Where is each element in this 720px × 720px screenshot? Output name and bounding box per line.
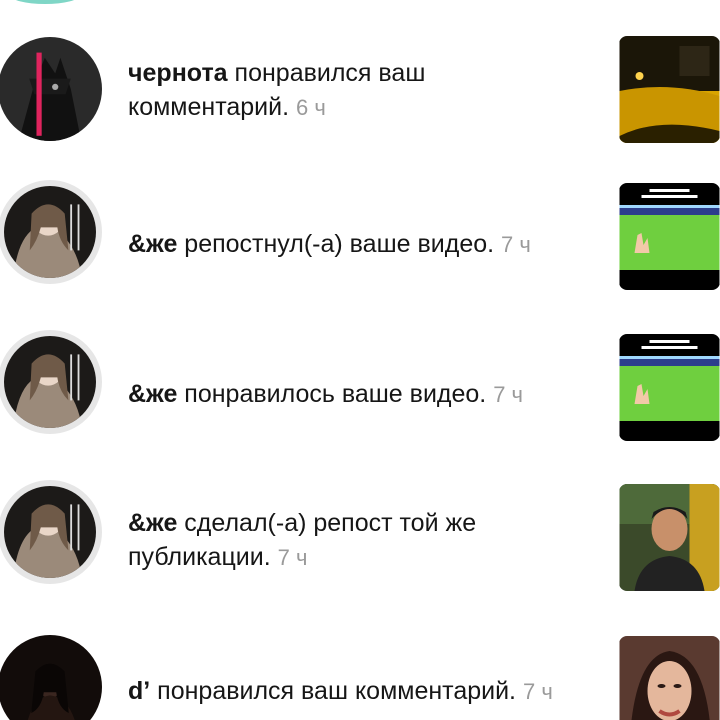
timestamp: 7 ч: [277, 545, 308, 570]
username[interactable]: d’: [128, 677, 150, 705]
timestamp: 7 ч: [493, 382, 524, 407]
notification-row[interactable]: чернота понравился ваш комментарий. 6 ч: [0, 35, 720, 145]
action-text: понравился ваш комментарий.: [150, 677, 517, 705]
football-field-thumbnail-icon[interactable]: [619, 183, 720, 290]
notification-text: &же сделал(-а) репост той же публикации.…: [128, 506, 588, 575]
girl-portrait-avatar-icon[interactable]: [0, 480, 102, 584]
username[interactable]: &же: [128, 380, 177, 408]
woman-portrait-thumbnail-icon[interactable]: [619, 636, 720, 720]
username[interactable]: &же: [128, 230, 177, 258]
notification-text: &же понравилось ваше видео. 7 ч: [128, 377, 588, 412]
timestamp: 6 ч: [296, 95, 326, 120]
timestamp: 7 ч: [501, 232, 531, 257]
girl-portrait-avatar-icon[interactable]: [0, 180, 102, 284]
timestamp: 7 ч: [522, 679, 553, 704]
dark-portrait-avatar-icon[interactable]: [0, 635, 102, 720]
notification-text: чернота понравился ваш комментарий. 6 ч: [128, 56, 588, 125]
notification-row[interactable]: d’ понравился ваш комментарий. 7 ч: [0, 633, 720, 720]
action-text: репостнул(-а) ваше видео.: [177, 230, 495, 258]
girl-portrait-avatar-icon[interactable]: [0, 330, 102, 434]
partial-avatar-top: [10, 0, 80, 4]
football-field-thumbnail-icon[interactable]: [619, 334, 720, 441]
night-street-thumbnail-icon[interactable]: [619, 36, 720, 143]
notification-text: d’ понравился ваш комментарий. 7 ч: [128, 674, 588, 709]
action-text: понравилось ваше видео.: [177, 380, 487, 408]
notification-row[interactable]: &же репостнул(-а) ваше видео. 7 ч: [0, 180, 720, 293]
notification-row[interactable]: &же понравилось ваше видео. 7 ч: [0, 330, 720, 443]
notification-text: &же репостнул(-а) ваше видео. 7 ч: [128, 227, 588, 262]
notifications-screen: чернота понравился ваш комментарий. 6 ч: [0, 0, 720, 720]
dark-figure-avatar-icon[interactable]: [0, 37, 102, 141]
username[interactable]: чернота: [128, 59, 228, 87]
notification-row[interactable]: &же сделал(-а) репост той же публикации.…: [0, 480, 720, 593]
username[interactable]: &же: [128, 509, 177, 537]
man-portrait-thumbnail-icon[interactable]: [619, 484, 720, 591]
